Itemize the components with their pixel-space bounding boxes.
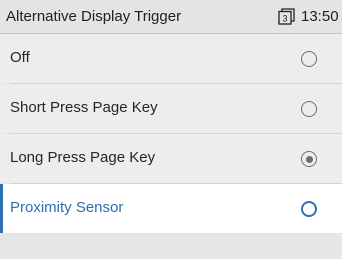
radio-button-icon[interactable]: [301, 101, 317, 117]
status-indicators: 3 13:50: [278, 8, 339, 25]
option-label: Long Press Page Key: [10, 149, 156, 166]
option-label: Short Press Page Key: [10, 99, 158, 116]
option-long-press-page-key[interactable]: Long Press Page Key: [0, 134, 342, 184]
option-label: Proximity Sensor: [10, 199, 124, 216]
radio-button-icon[interactable]: [301, 201, 317, 217]
option-label: Off: [10, 49, 30, 66]
clock: 13:50: [301, 8, 339, 25]
option-list: Off Short Press Page Key Long Press Page…: [0, 34, 342, 234]
option-off[interactable]: Off: [0, 34, 342, 84]
option-short-press-page-key[interactable]: Short Press Page Key: [0, 84, 342, 134]
status-bar: Alternative Display Trigger 3 13:50: [0, 0, 342, 34]
option-proximity-sensor[interactable]: Proximity Sensor: [0, 184, 342, 233]
radio-button-icon[interactable]: [301, 51, 317, 67]
page-badge: 3: [282, 13, 287, 23]
empty-area: [0, 234, 342, 259]
page-title: Alternative Display Trigger: [6, 8, 182, 25]
page-icon: 3: [278, 8, 295, 25]
radio-button-icon[interactable]: [301, 151, 317, 167]
